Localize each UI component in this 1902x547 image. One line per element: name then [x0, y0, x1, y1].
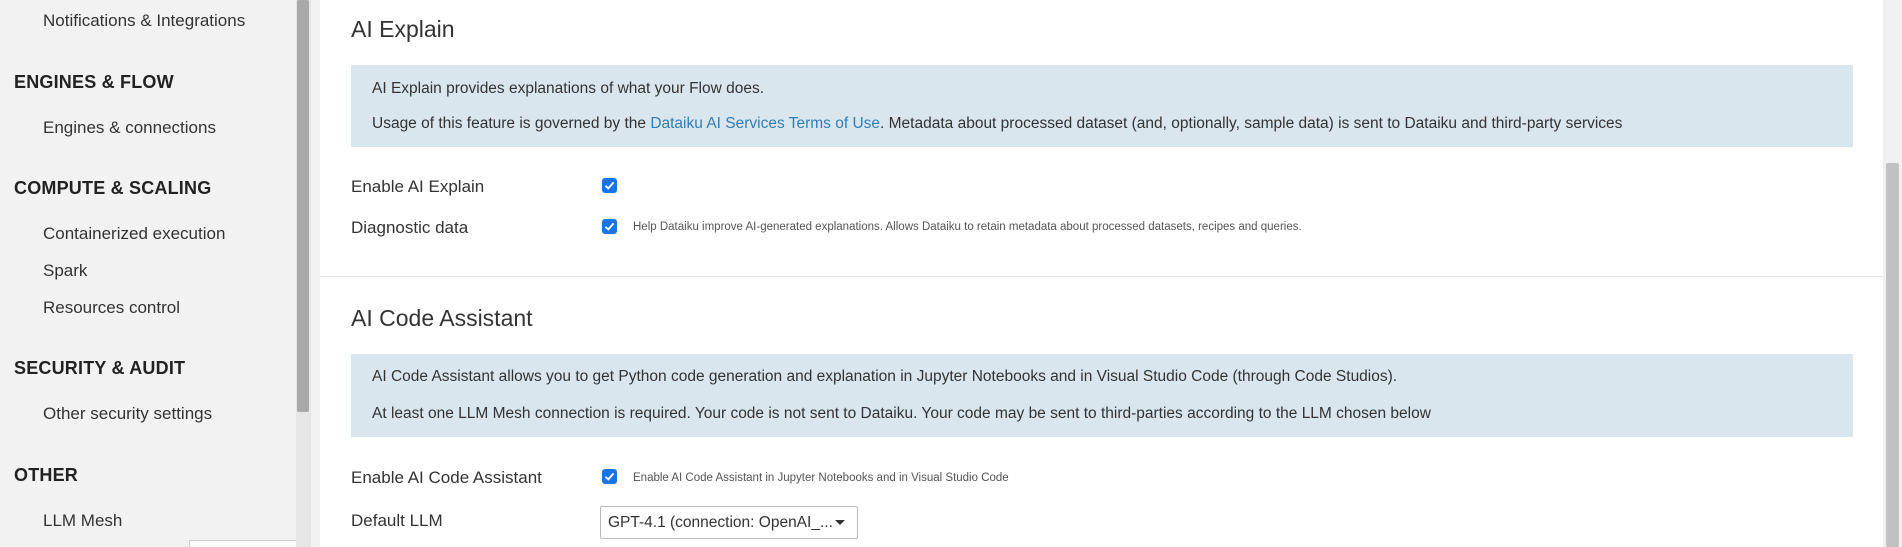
sidebar-item-containerized-execution[interactable]: Containerized execution — [43, 224, 225, 244]
sidebar-header-security-audit: SECURITY & AUDIT — [14, 358, 186, 378]
sidebar-scrollbar-thumb[interactable] — [297, 0, 309, 412]
chevron-down-icon — [835, 520, 845, 525]
sidebar-header-engines-flow: ENGINES & FLOW — [14, 72, 174, 92]
sidebar-item-other-security-settings[interactable]: Other security settings — [43, 404, 212, 424]
sidebar-item-spark[interactable]: Spark — [43, 261, 87, 281]
enable-ai-explain-label: Enable AI Explain — [351, 177, 485, 196]
ai-explain-terms-prefix: Usage of this feature is governed by the — [372, 115, 651, 132]
check-icon — [604, 222, 615, 231]
settings-sidebar: Notifications & Integrations ENGINES & F… — [0, 0, 296, 547]
default-llm-selected-value: GPT-4.1 (connection: OpenAI_... — [608, 514, 833, 531]
main-scrollbar-thumb[interactable] — [1886, 163, 1899, 547]
enable-ai-explain-checkbox[interactable] — [602, 178, 617, 193]
ai-code-assistant-info-line1: AI Code Assistant allows you to get Pyth… — [372, 368, 1398, 385]
sidebar-header-other: OTHER — [14, 465, 78, 485]
default-llm-select[interactable]: GPT-4.1 (connection: OpenAI_... — [600, 506, 858, 539]
default-llm-label: Default LLM — [351, 511, 443, 530]
sidebar-item-notifications-integrations[interactable]: Notifications & Integrations — [43, 11, 245, 31]
enable-ai-code-assistant-label: Enable AI Code Assistant — [351, 468, 542, 487]
ai-code-assistant-info-line2: At least one LLM Mesh connection is requ… — [372, 405, 1431, 422]
sidebar-header-compute-scaling: COMPUTE & SCALING — [14, 178, 212, 198]
ai-code-assistant-info-box: AI Code Assistant allows you to get Pyth… — [351, 354, 1853, 437]
ai-code-assistant-title: AI Code Assistant — [351, 305, 533, 331]
diagnostic-data-help-text: Help Dataiku improve AI-generated explan… — [633, 221, 1302, 233]
ai-explain-title: AI Explain — [351, 16, 455, 42]
check-icon — [604, 181, 615, 190]
ai-explain-info-line2: Usage of this feature is governed by the… — [372, 115, 1622, 133]
ai-explain-terms-suffix: . Metadata about processed dataset (and,… — [880, 115, 1623, 132]
ai-explain-info-box: AI Explain provides explanations of what… — [351, 65, 1853, 147]
settings-main-panel: AI Explain AI Explain provides explanati… — [320, 0, 1883, 547]
check-icon — [604, 472, 615, 481]
ai-services-terms-link[interactable]: Dataiku AI Services Terms of Use — [650, 115, 880, 132]
ai-explain-info-line1: AI Explain provides explanations of what… — [372, 80, 765, 97]
sidebar-item-llm-mesh[interactable]: LLM Mesh — [43, 511, 122, 531]
enable-ai-code-assistant-help-text: Enable AI Code Assistant in Jupyter Note… — [633, 472, 1009, 484]
enable-ai-code-assistant-checkbox[interactable] — [602, 469, 617, 484]
sidebar-footer-box — [189, 540, 296, 547]
sidebar-item-engines-connections[interactable]: Engines & connections — [43, 118, 216, 138]
section-divider — [320, 276, 1883, 277]
diagnostic-data-checkbox[interactable] — [602, 219, 617, 234]
sidebar-item-resources-control[interactable]: Resources control — [43, 298, 180, 318]
diagnostic-data-label: Diagnostic data — [351, 218, 469, 237]
